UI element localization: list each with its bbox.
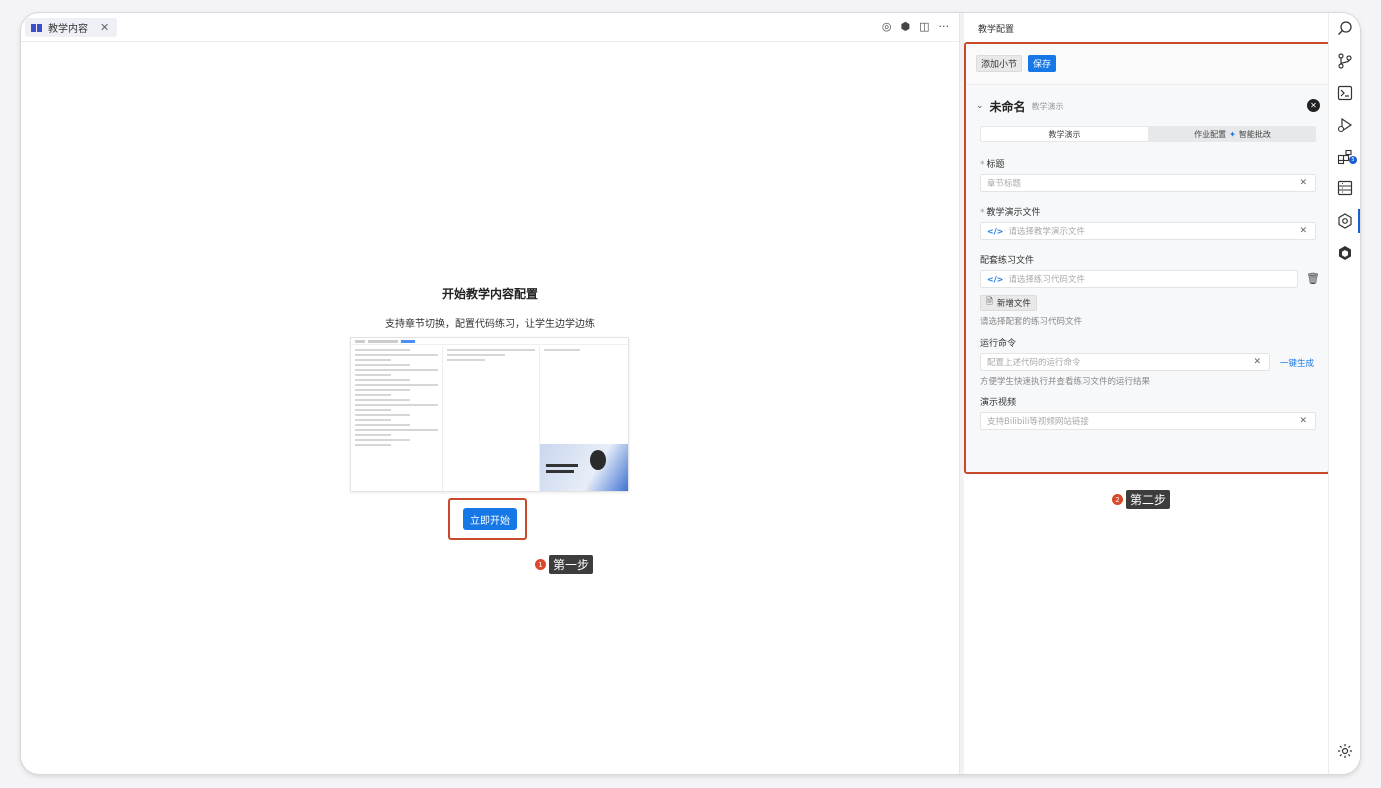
clear-icon[interactable]: ✕ <box>1253 357 1261 367</box>
step-number: 1 <box>535 559 546 570</box>
search-icon[interactable] <box>1336 19 1354 37</box>
title-input[interactable]: 章节标题 ✕ <box>980 174 1316 192</box>
demo-file-select[interactable]: </> 请选择教学演示文件 ✕ <box>980 222 1316 240</box>
step-label: 第二步 <box>1126 490 1171 509</box>
extensions-icon[interactable]: 5 <box>1336 148 1357 166</box>
practice-file-hint: 请选择配套的练习代码文件 <box>980 317 1083 327</box>
editor-tabbar: 教学内容 ✕ ◎ ⬢ ◫ ··· <box>21 13 959 42</box>
tab-label: 教学内容 <box>48 24 88 35</box>
title-label: * 标题 <box>980 160 1005 170</box>
settings-hex-icon[interactable] <box>1336 212 1354 230</box>
practice-file-label: 配套练习文件 <box>980 256 1035 266</box>
extensions-badge: 5 <box>1349 156 1357 164</box>
section-type: 教学演示 <box>1031 101 1064 111</box>
app-window: 教学内容 ✕ ◎ ⬢ ◫ ··· 开始教学内容配置 支持章节切换，配置代码练习，… <box>21 13 1360 774</box>
add-section-button[interactable]: 添加小节 <box>976 55 1023 72</box>
start-highlight: 立即开始 <box>448 498 527 540</box>
add-file-button[interactable]: 🗎 新增文件 <box>980 295 1037 311</box>
terminal-icon[interactable] <box>1336 84 1354 102</box>
active-indicator <box>1358 209 1360 233</box>
code-icon: </> <box>987 274 1004 284</box>
step-number: 2 <box>1112 494 1123 505</box>
demo-file-label: * 教学演示文件 <box>980 208 1041 218</box>
clear-icon[interactable]: ✕ <box>1299 226 1307 236</box>
split-editor-icon[interactable]: ◫ <box>919 20 929 33</box>
video-label: 演示视频 <box>980 398 1017 408</box>
step-label: 第一步 <box>549 555 594 574</box>
code-icon: </> <box>987 226 1004 236</box>
trash-icon[interactable]: 🗑 <box>1306 272 1320 285</box>
welcome-subtitle: 支持章节切换，配置代码练习，让学生边学边练 <box>385 319 595 330</box>
save-button[interactable]: 保存 <box>1028 55 1057 72</box>
editor-actions: ◎ ⬢ ◫ ··· <box>882 20 949 33</box>
section-name: 未命名 <box>989 99 1026 114</box>
chevron-down-icon[interactable]: ⌄ <box>976 101 984 111</box>
config-panel: 教学配置 添加小节 保存 ⌄ 未命名 教学演示 ✕ 教学演示 作业配置 ✦ 智能… <box>964 13 1330 774</box>
list-icon[interactable] <box>1336 179 1354 197</box>
file-add-icon: 🗎 <box>986 297 993 307</box>
config-toolbar: 添加小节 保存 <box>966 44 1328 85</box>
brand-icon[interactable] <box>1336 244 1354 262</box>
sparkle-icon: ✦ <box>1229 129 1236 139</box>
editor-area: 教学内容 ✕ ◎ ⬢ ◫ ··· 开始教学内容配置 支持章节切换，配置代码练习，… <box>21 13 959 774</box>
clear-icon[interactable]: ✕ <box>1299 416 1307 426</box>
config-form: 添加小节 保存 ⌄ 未命名 教学演示 ✕ 教学演示 作业配置 ✦ 智能批改 * … <box>964 42 1330 474</box>
tab-homework-config[interactable]: 作业配置 ✦ 智能批改 <box>1149 126 1316 142</box>
preview-icon[interactable]: ◎ <box>882 20 892 33</box>
panel-title: 教学配置 <box>978 25 1015 35</box>
more-icon[interactable]: ··· <box>939 20 950 33</box>
activity-bar: 5 <box>1328 13 1360 774</box>
welcome-view: 开始教学内容配置 支持章节切换，配置代码练习，让学生边学边练 立即开始 1 第一… <box>21 42 959 774</box>
section-tabs: 教学演示 作业配置 ✦ 智能批改 <box>980 126 1316 142</box>
clear-icon[interactable]: ✕ <box>1299 178 1307 188</box>
delete-section-icon[interactable]: ✕ <box>1307 99 1320 112</box>
preview-screenshot <box>350 337 629 492</box>
tab-teaching-demo[interactable]: 教学演示 <box>981 127 1148 141</box>
practice-file-select[interactable]: </> 请选择练习代码文件 <box>980 270 1298 288</box>
source-control-icon[interactable] <box>1336 52 1354 70</box>
hexagon-icon[interactable]: ⬢ <box>900 20 910 33</box>
welcome-title: 开始教学内容配置 <box>441 287 538 301</box>
tab-teaching-content[interactable]: 教学内容 ✕ <box>25 18 118 37</box>
generate-link[interactable]: 一键生成 <box>1280 357 1314 369</box>
section-header[interactable]: ⌄ 未命名 教学演示 ✕ <box>976 96 1320 116</box>
run-command-hint: 方便学生快速执行并查看练习文件的运行结果 <box>980 377 1151 387</box>
video-url-input[interactable]: 支持Bilibili等视频网站链接 ✕ <box>980 412 1316 430</box>
step-1-annotation: 1 第一步 <box>535 555 594 574</box>
run-command-label: 运行命令 <box>980 339 1017 349</box>
video-thumbnail <box>540 444 628 491</box>
book-icon <box>31 23 42 32</box>
close-icon[interactable]: ✕ <box>100 21 109 34</box>
gear-icon[interactable] <box>1336 742 1354 760</box>
start-button[interactable]: 立即开始 <box>463 508 517 530</box>
run-debug-icon[interactable] <box>1336 116 1354 134</box>
section-card: ⌄ 未命名 教学演示 ✕ 教学演示 作业配置 ✦ 智能批改 * 标题 章节标题 … <box>976 96 1320 430</box>
step-2-annotation: 2 第二步 <box>1112 490 1171 509</box>
run-command-input[interactable]: 配置上述代码的运行命令 ✕ <box>980 353 1270 371</box>
